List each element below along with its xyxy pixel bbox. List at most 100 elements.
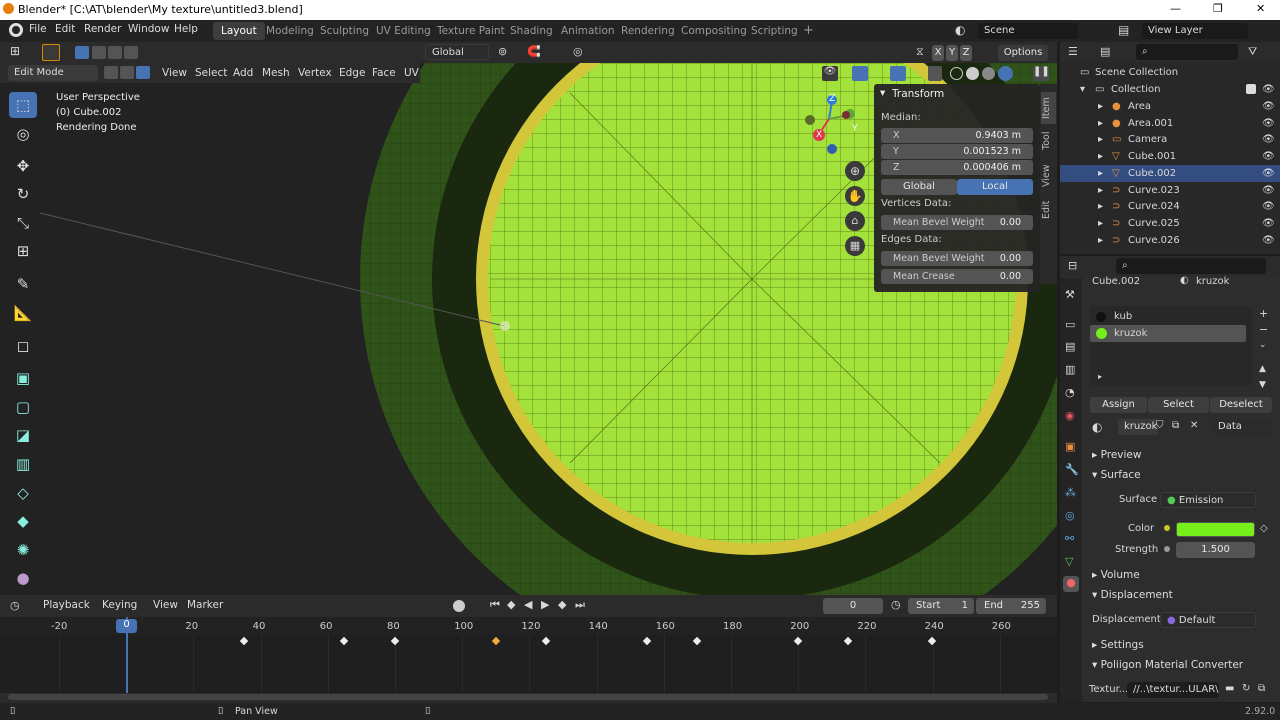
median-x-field[interactable]: X 0.9403 m bbox=[881, 128, 1033, 143]
visibility-icon[interactable]: 👁 bbox=[822, 66, 838, 81]
face-select-icon[interactable] bbox=[136, 66, 150, 79]
fake-user-icon[interactable]: ⛉ bbox=[1156, 420, 1164, 431]
eye-icon[interactable]: 👁 bbox=[1262, 165, 1275, 182]
expand-arrow-icon[interactable]: ▸ bbox=[1098, 148, 1103, 165]
outliner-row-scene-collection[interactable]: ▭ Scene Collection bbox=[1060, 64, 1280, 81]
outliner-row-collection[interactable]: ▾ ▭ Collection 👁 bbox=[1060, 81, 1280, 98]
menu-uv[interactable]: UV bbox=[404, 67, 419, 79]
add-slot-button[interactable]: + bbox=[1259, 307, 1268, 320]
move-down-icon[interactable]: ▼ bbox=[1259, 380, 1266, 390]
snap-icon[interactable]: 🧲 bbox=[527, 45, 541, 58]
expand-arrow-icon[interactable]: ▸ bbox=[1098, 198, 1103, 215]
volume-section[interactable]: ▸ Volume bbox=[1092, 569, 1140, 581]
global-toggle[interactable]: Global bbox=[881, 179, 957, 195]
properties-editor-icon[interactable]: ⊟ bbox=[1068, 259, 1077, 272]
expand-arrow-icon[interactable]: ▸ bbox=[1098, 232, 1103, 249]
end-frame-field[interactable]: End 255 bbox=[976, 598, 1046, 614]
physics-tab-icon[interactable]: ◎ bbox=[1065, 509, 1075, 522]
pan-hand-icon[interactable]: ✋ bbox=[845, 186, 865, 206]
scale-tool-icon[interactable]: ⤡ bbox=[9, 210, 37, 236]
tool-tab-icon[interactable]: ⚒ bbox=[1065, 288, 1075, 301]
mirror-y-toggle[interactable]: Y bbox=[946, 45, 958, 61]
playhead-frame-label[interactable]: 0 bbox=[116, 619, 137, 633]
cursor-tool-icon[interactable]: ◎ bbox=[9, 121, 37, 147]
preview-section[interactable]: ▸ Preview bbox=[1092, 449, 1141, 461]
mirror-z-toggle[interactable]: Z bbox=[960, 45, 972, 61]
start-frame-field[interactable]: Start 1 bbox=[908, 598, 974, 614]
expand-arrow-icon[interactable]: ▸ bbox=[1098, 98, 1103, 115]
expand-arrow-icon[interactable]: ▸ bbox=[1098, 215, 1103, 232]
display-mode-icon[interactable]: ▤ bbox=[1100, 45, 1110, 58]
select-box-tool-icon[interactable]: ⬚ bbox=[9, 92, 37, 118]
perspective-toggle-icon[interactable]: ▦ bbox=[845, 236, 865, 256]
eye-icon[interactable]: 👁 bbox=[1262, 115, 1275, 132]
menu-add[interactable]: Add bbox=[233, 67, 253, 79]
filter-icon[interactable]: ⛛ bbox=[1248, 45, 1257, 59]
tab-item[interactable]: Item bbox=[1041, 92, 1056, 124]
expand-arrow-icon[interactable]: ▸ bbox=[1098, 372, 1102, 381]
refresh-icon[interactable]: ↻ bbox=[1242, 683, 1250, 694]
folder-icon[interactable]: ▬ bbox=[1225, 683, 1234, 694]
menu-select[interactable]: Select bbox=[195, 67, 227, 79]
editor-type-icon[interactable]: ⊞ bbox=[10, 44, 20, 58]
bevel-tool-icon[interactable]: ◪ bbox=[9, 422, 37, 448]
move-tool-icon[interactable]: ✥ bbox=[9, 153, 37, 179]
menu-vertex[interactable]: Vertex bbox=[298, 67, 332, 79]
material-name-field[interactable]: kruzok bbox=[1118, 419, 1158, 435]
data-tab-icon[interactable]: ▽ bbox=[1065, 555, 1073, 568]
material-slot-kruzok[interactable]: kruzok bbox=[1090, 325, 1246, 342]
link-data-dropdown[interactable]: Data bbox=[1212, 419, 1272, 435]
eye-icon[interactable]: 👁 bbox=[1262, 215, 1275, 232]
menu-edge[interactable]: Edge bbox=[339, 67, 365, 79]
next-keyframe-icon[interactable]: ◆ bbox=[558, 598, 566, 611]
constraints-tab-icon[interactable]: ⚯ bbox=[1065, 532, 1074, 545]
menu-help[interactable]: Help bbox=[174, 23, 198, 35]
scene-icon[interactable]: ◐ bbox=[955, 23, 965, 37]
tab-texture-paint[interactable]: Texture Paint bbox=[429, 22, 513, 40]
texture-path-field[interactable]: //..\textur...ULAR\1K\ bbox=[1127, 682, 1219, 698]
median-y-field[interactable]: Y 0.001523 m bbox=[881, 144, 1033, 159]
move-up-icon[interactable]: ▲ bbox=[1259, 364, 1266, 374]
tab-edit[interactable]: Edit bbox=[1041, 198, 1056, 222]
scene-tab-icon[interactable]: ◔ bbox=[1065, 386, 1075, 399]
assign-button[interactable]: Assign bbox=[1090, 397, 1147, 413]
extrude-tool-icon[interactable]: ▣ bbox=[9, 365, 37, 391]
knife-tool-icon[interactable]: ◇ bbox=[9, 480, 37, 506]
exclude-checkbox[interactable] bbox=[1246, 84, 1256, 94]
timeline-editor-icon[interactable]: ◷ bbox=[10, 599, 20, 612]
tab-shading[interactable]: Shading bbox=[502, 22, 561, 40]
menu-window[interactable]: Window bbox=[128, 23, 169, 35]
eye-icon[interactable]: 👁 bbox=[1262, 81, 1275, 98]
select-button[interactable]: Select bbox=[1148, 397, 1209, 413]
menu-edit[interactable]: Edit bbox=[55, 23, 75, 35]
tab-tool[interactable]: Tool bbox=[1041, 128, 1056, 154]
displacement-section[interactable]: ▾ Displacement bbox=[1092, 589, 1173, 601]
view-layer-tab-icon[interactable]: ▥ bbox=[1065, 363, 1075, 376]
properties-search-input[interactable]: ⌕ bbox=[1116, 258, 1266, 274]
strength-field[interactable]: 1.500 bbox=[1176, 542, 1255, 558]
menu-marker[interactable]: Marker bbox=[187, 599, 223, 611]
transform-panel-title-arrow[interactable]: ▾ bbox=[880, 87, 885, 99]
proportional-edit-icon[interactable]: ◎ bbox=[573, 45, 583, 58]
render-tab-icon[interactable]: ▭ bbox=[1065, 318, 1075, 331]
gizmo-toggle-icon[interactable] bbox=[852, 66, 868, 81]
eye-icon[interactable]: 👁 bbox=[1262, 232, 1275, 249]
outliner-item-curve-025[interactable]: ▸ ⊃ Curve.025 👁 bbox=[1060, 215, 1280, 232]
mean-crease-field[interactable]: Mean Crease 0.00 bbox=[881, 269, 1033, 284]
mirror-x-toggle[interactable]: X bbox=[932, 45, 944, 61]
poly-build-tool-icon[interactable]: ◆ bbox=[9, 508, 37, 534]
expand-arrow-icon[interactable]: ▸ bbox=[1098, 115, 1103, 132]
smooth-tool-icon[interactable]: ● bbox=[9, 565, 37, 591]
menu-timeline-view[interactable]: View bbox=[153, 599, 178, 611]
camera-view-icon[interactable]: ⌂ bbox=[845, 211, 865, 231]
inset-tool-icon[interactable]: ▢ bbox=[9, 394, 37, 420]
material-slot-kub[interactable]: kub bbox=[1090, 308, 1246, 325]
view-layer-selector[interactable]: View Layer bbox=[1142, 23, 1248, 39]
select-tool-icon[interactable] bbox=[42, 44, 60, 61]
eye-icon[interactable]: 👁 bbox=[1262, 98, 1275, 115]
transform-tool-icon[interactable]: ⊞ bbox=[9, 238, 37, 264]
transform-orientation-dropdown[interactable]: Global bbox=[425, 44, 489, 60]
outliner-item-curve-024[interactable]: ▸ ⊃ Curve.024 👁 bbox=[1060, 198, 1280, 215]
menu-file[interactable]: File bbox=[29, 23, 47, 35]
converter-section[interactable]: ▾ Poliigon Material Converter bbox=[1092, 659, 1243, 671]
